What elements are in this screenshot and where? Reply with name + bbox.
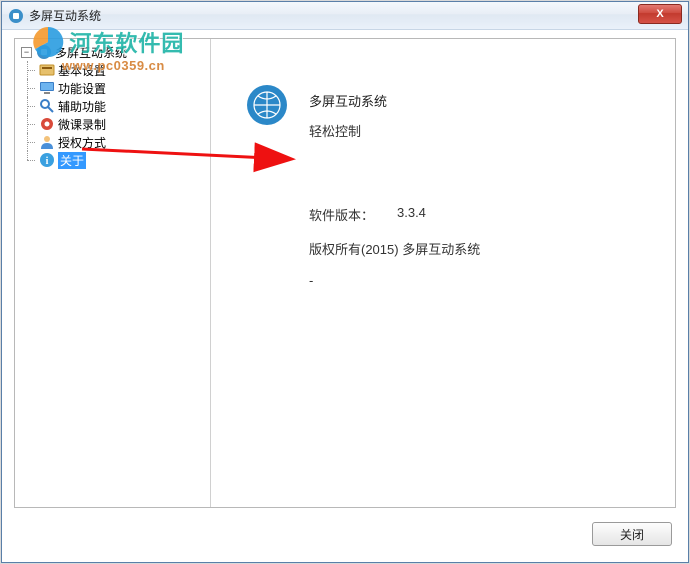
detail-panel: 多屏互动系统 轻松控制 软件版本： 3.3.4 版权所有(2015) 多屏互动系… [211, 39, 675, 507]
info-icon: i [39, 152, 55, 168]
tree-item-auth[interactable]: 授权方式 [37, 133, 210, 151]
content-area: − 多屏互动系统 基本设置 [14, 38, 676, 508]
tree-item-label: 授权方式 [58, 134, 106, 151]
dialog-window: 多屏互动系统 X − 多屏互动系统 [1, 1, 689, 563]
tree-item-function-settings[interactable]: 功能设置 [37, 79, 210, 97]
window-close-button[interactable]: X [638, 4, 682, 24]
tree-root-node[interactable]: − 多屏互动系统 [19, 43, 210, 61]
close-icon: X [656, 8, 663, 20]
tree-root-label: 多屏互动系统 [55, 44, 127, 61]
app-logo-icon [247, 85, 287, 125]
app-slogan-text: 轻松控制 [309, 121, 361, 140]
tree-item-assist[interactable]: 辅助功能 [37, 97, 210, 115]
app-icon [8, 8, 24, 24]
tree-panel: − 多屏互动系统 基本设置 [15, 39, 211, 507]
version-label: 软件版本： [309, 205, 374, 224]
titlebar[interactable]: 多屏互动系统 X [2, 2, 688, 30]
tree-item-label: 微课录制 [58, 116, 106, 133]
tree-item-label: 辅助功能 [58, 98, 106, 115]
user-icon [39, 134, 55, 150]
tree-item-label: 功能设置 [58, 80, 106, 97]
record-icon [39, 116, 55, 132]
svg-text:i: i [46, 156, 49, 167]
monitor-icon [39, 80, 55, 96]
tree-item-record[interactable]: 微课录制 [37, 115, 210, 133]
search-icon [39, 98, 55, 114]
tree-item-basic-settings[interactable]: 基本设置 [37, 61, 210, 79]
app-name-text: 多屏互动系统 [309, 91, 387, 110]
app-root-icon [36, 44, 52, 60]
tree-children: 基本设置 功能设置 辅助功能 [19, 61, 210, 169]
close-button-label: 关闭 [620, 526, 644, 543]
tree-item-label: 基本设置 [58, 62, 106, 79]
collapse-icon[interactable]: − [21, 47, 32, 58]
copyright-text: 版权所有(2015) 多屏互动系统 [309, 239, 480, 258]
window-title: 多屏互动系统 [29, 7, 684, 24]
extra-text: - [309, 273, 313, 288]
tree-item-label: 关于 [58, 152, 86, 169]
settings-icon [39, 62, 55, 78]
version-value: 3.3.4 [397, 205, 426, 220]
tree-item-about[interactable]: i 关于 [37, 151, 210, 169]
close-button[interactable]: 关闭 [592, 522, 672, 546]
